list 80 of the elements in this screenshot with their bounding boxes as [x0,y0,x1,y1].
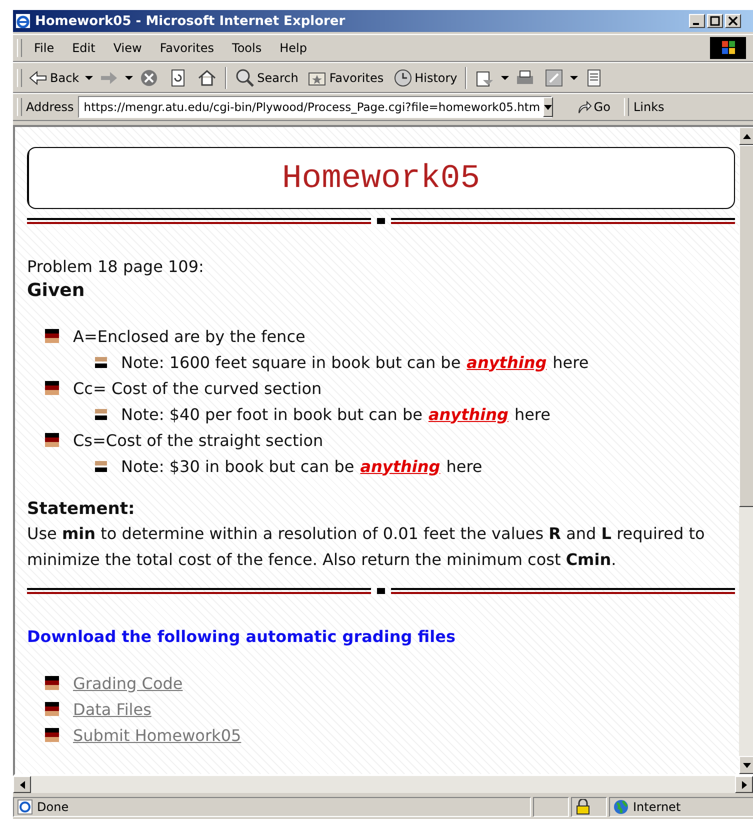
note-text: here [514,404,550,424]
download-link[interactable]: Submit Homework05 [73,726,242,744]
dropdown-arrow-icon[interactable] [570,76,578,80]
clock-icon [392,68,413,88]
scroll-thumb[interactable] [739,145,753,507]
menu-item[interactable]: File [28,41,60,55]
bullet-icon [45,329,59,343]
bullet-icon [95,460,107,472]
page-title: Homework05 [282,160,480,196]
stop-icon [139,68,160,88]
list-item-text: Cc= Cost of the curved section [73,378,322,398]
down-arrow-icon [743,762,751,768]
close-icon [727,16,739,26]
anything-link[interactable]: anything [466,352,547,372]
menu-item[interactable]: Edit [66,41,102,55]
menu-item[interactable]: Tools [226,41,268,55]
scroll-up-button[interactable] [739,127,753,145]
browser-icon [15,13,31,29]
dropdown-arrow-icon[interactable] [501,76,510,80]
bullet-icon [45,728,59,742]
bullet-icon [95,408,107,420]
note-text: here [552,352,589,372]
bullet-icon [95,356,107,368]
house-icon [197,68,218,88]
list-item-text: Cs=Cost of the straight section [73,430,324,450]
status-text: Done [37,800,69,814]
bullet-icon [45,381,59,395]
maximize-icon [709,16,721,26]
bullet-icon [45,702,59,716]
statement-text: Use min to determine within a resolution of 0.01 feet the values R and L required to minimize the total cost of the fence. Also return the minimum cost Cmin. [27,523,706,571]
address-field[interactable]: https://mengr.atu.edu/cgi-bin/Plywood/Process_Page.cgi?file=homework05.htm [78,96,552,118]
history-button[interactable]: History [390,68,460,88]
caret-icon [544,104,552,110]
minimize-button[interactable] [689,14,705,28]
zone-text: Internet [633,800,681,814]
globe-icon [613,799,629,815]
menu-item[interactable]: Help [274,41,313,55]
links-button[interactable]: Links [633,100,664,114]
menu-item[interactable]: Favorites [154,41,220,55]
problem-reference: Problem 18 page 109: [27,257,205,276]
maximize-button[interactable] [707,14,723,28]
list-item-text: A=Enclosed are by the fence [73,326,306,346]
scroll-left-button[interactable] [13,776,31,793]
scroll-right-button[interactable] [735,776,753,793]
anything-link[interactable]: anything [360,456,440,476]
section-heading: Given [27,280,86,301]
dropdown-button[interactable] [543,97,554,117]
download-heading: Download the following automatic grading files [27,627,456,646]
bullet-icon [45,433,59,447]
status-panel [533,797,569,817]
note-text: Note: 1600 feet square in book but can be [121,352,461,372]
anything-link[interactable]: anything [428,404,508,424]
menu-item[interactable]: View [107,41,148,55]
download-link[interactable]: Data Files [73,700,152,718]
left-arrow-icon [20,780,24,788]
note-text: here [446,456,482,476]
horizontal-scrollbar[interactable] [13,776,753,793]
search-button[interactable]: Search [232,68,302,88]
dropdown-arrow-icon[interactable] [125,76,134,80]
section-heading: Statement: [27,499,136,519]
right-arrow-icon [742,780,746,788]
address-label: Address [26,100,74,114]
minimize-icon [693,23,699,25]
go-button[interactable]: Go [556,99,620,115]
close-button[interactable] [725,14,741,28]
search-icon [235,68,256,88]
download-link[interactable]: Grading Code [73,674,183,692]
windows-logo-icon [710,37,746,59]
note-text: Note: $40 per foot in book but can be [121,404,422,424]
arrow-icon [576,99,592,115]
window-title: Homework05 - Microsoft Internet Explorer [35,14,346,28]
back-button[interactable]: Back [25,68,82,88]
vertical-scrollbar[interactable] [739,127,753,774]
padlock-icon [575,799,591,815]
scroll-down-button[interactable] [739,756,753,774]
note-text: Note: $30 in book but can be [121,456,354,476]
bullet-icon [45,676,59,690]
dropdown-arrow-icon[interactable] [85,76,94,80]
up-arrow-icon [743,134,751,138]
favorites-button[interactable]: Favorites [304,68,387,88]
